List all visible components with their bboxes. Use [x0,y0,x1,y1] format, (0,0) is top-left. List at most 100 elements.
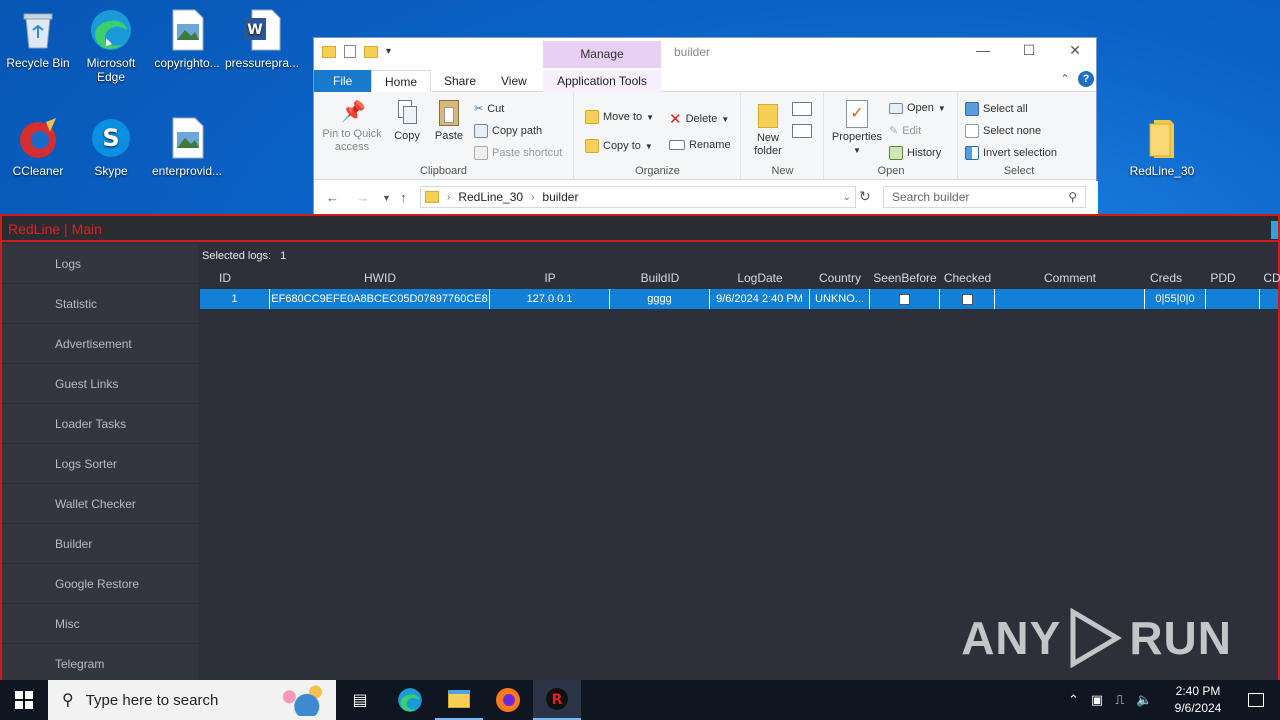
taskbar-edge[interactable] [386,680,434,720]
column-header-id[interactable]: ID [200,268,250,288]
column-header-country[interactable]: Country [810,268,870,288]
up-arrow-icon[interactable]: ↑ [400,190,407,205]
notifications-button[interactable] [1232,680,1280,720]
column-header-hwid[interactable]: HWID [270,268,490,288]
sidebar-item-telegram[interactable]: Telegram [2,644,198,684]
minimize-button[interactable]: — [960,42,1006,64]
close-button[interactable]: ✕ [1052,42,1098,64]
move-to-button[interactable]: Move to ▼ [585,110,654,124]
address-bar[interactable]: › RedLine_30 › builder ⌄ [420,186,856,208]
start-button[interactable] [0,680,48,720]
copy-to-button[interactable]: Copy to ▼ [585,139,653,153]
tab-home[interactable]: Home [371,70,432,92]
address-dropdown-icon[interactable]: ⌄ [843,192,851,203]
seenbefore-checkbox[interactable] [899,293,910,305]
help-icon[interactable]: ? [1078,71,1094,87]
desktop-icon-skype[interactable]: S Skype [73,116,149,178]
folder-icon[interactable] [322,45,336,58]
recent-chevron-icon[interactable]: ▼ [382,193,391,203]
sidebar-item-advertisement[interactable]: Advertisement [2,324,198,364]
copy-to-icon [585,139,599,153]
desktop-icon-recycle-bin[interactable]: Recycle Bin [0,8,76,70]
new-folder-button[interactable]: New folder [748,104,788,158]
tab-file[interactable]: File [314,70,372,92]
tab-view[interactable]: View [488,70,540,92]
maximize-button[interactable]: ☐ [1006,42,1052,64]
breadcrumb-item[interactable]: RedLine_30 [458,190,523,204]
column-header-creds[interactable]: Creds [1145,268,1187,288]
column-header-seenbefore[interactable]: SeenBefore [870,268,940,288]
properties-check-icon[interactable] [344,45,356,58]
manage-context-tab[interactable]: Manage [543,41,661,68]
new-item-icon[interactable] [792,102,812,116]
select-none-button[interactable]: Select none [965,124,1041,138]
new-folder-icon [758,104,778,128]
tab-share[interactable]: Share [431,70,489,92]
back-arrow-icon[interactable]: ← [326,190,339,205]
sidebar-item-guest-links[interactable]: Guest Links [2,364,198,404]
invert-selection-button[interactable]: Invert selection [965,146,1057,160]
breadcrumb-item[interactable]: builder [542,190,578,204]
search-input[interactable]: Search builder ⚲ [883,186,1086,208]
pin-quick-access-button[interactable]: 📌 Pin to Quick access [318,100,386,154]
rename-button[interactable]: Rename [669,139,731,151]
easy-access-icon[interactable] [792,124,812,138]
task-view-button[interactable]: ▤ [336,680,384,720]
desktop-icon-edge[interactable]: Microsoft Edge [73,8,149,84]
column-header-ip[interactable]: IP [490,268,610,288]
desktop-icon-enterprovid-file[interactable]: enterprovid... [149,116,225,178]
chevron-down-icon[interactable]: ▾ [386,46,391,57]
checked-checkbox[interactable] [961,293,973,305]
taskbar-redline[interactable]: R [533,680,581,720]
window-edge-button[interactable] [1271,221,1278,239]
forward-arrow-icon[interactable]: → [356,190,369,205]
desktop-icon-redline-folder[interactable]: RedLine_30 [1124,116,1200,178]
sidebar-item-loader-tasks[interactable]: Loader Tasks [2,404,198,444]
sidebar-item-google-restore[interactable]: Google Restore [2,564,198,604]
sidebar-item-misc[interactable]: Misc [2,604,198,644]
select-all-button[interactable]: Select all [965,102,1028,116]
tab-application-tools[interactable]: Application Tools [543,70,661,92]
volume-icon[interactable]: 🔈 [1136,692,1152,708]
new-folder-icon[interactable] [364,45,378,58]
paste-shortcut-button[interactable]: Paste shortcut [474,146,562,160]
watermark-right: RUN [1129,612,1232,664]
taskbar-firefox[interactable] [484,680,532,720]
chevron-down-icon: ▼ [646,112,655,122]
desktop-icon-copyright-file[interactable]: copyrighto... [149,8,225,70]
column-header-comment[interactable]: Comment [995,268,1145,288]
sidebar-item-statistic[interactable]: Statistic [2,284,198,324]
select-all-icon [965,102,979,116]
delete-button[interactable]: ✕ Delete ▼ [669,110,729,128]
taskbar-clock[interactable]: 2:40 PM 9/6/2024 [1160,683,1236,717]
properties-button[interactable]: ✓ Properties ▼ [827,100,887,157]
network-icon[interactable]: ⎍ [1115,692,1124,708]
cell-comment[interactable] [995,289,1145,309]
taskbar-search-box[interactable]: ⚲ Type here to search [48,680,336,720]
desktop-icon-ccleaner[interactable]: CCleaner [0,116,76,178]
sidebar-item-logs-sorter[interactable]: Logs Sorter [2,444,198,484]
column-header-logdate[interactable]: LogDate [710,268,810,288]
sidebar-item-logs[interactable]: Logs [2,244,198,284]
paste-button[interactable]: Paste [430,100,468,143]
sidebar-item-wallet-checker[interactable]: Wallet Checker [2,484,198,524]
desktop-icon-label: Microsoft Edge [86,56,136,84]
history-button[interactable]: History [889,146,941,160]
chevron-up-icon[interactable]: ⌃ [1060,72,1070,86]
column-header-cd[interactable]: CD [1262,268,1280,288]
edit-button[interactable]: ✎ Edit [889,124,921,138]
taskbar-file-explorer[interactable] [435,680,483,720]
column-header-pdd[interactable]: PDD [1205,268,1241,288]
desktop-icon-word-doc[interactable]: W pressurepra... [224,8,300,70]
sidebar-item-builder[interactable]: Builder [2,524,198,564]
cut-button[interactable]: ✂ Cut [474,102,504,116]
copy-path-button[interactable]: Copy path [474,124,542,138]
open-button[interactable]: Open ▼ [889,102,946,114]
table-row[interactable]: 1 EF680CC9EFE0A8BCEC05D07897760CE8 127.0… [200,289,1278,309]
refresh-icon[interactable]: ↻ [859,188,871,205]
column-header-buildid[interactable]: BuildID [610,268,710,288]
column-header-checked[interactable]: Checked [940,268,995,288]
meet-now-icon[interactable]: ▣ [1091,692,1103,708]
copy-button[interactable]: Copy [390,100,424,143]
tray-chevron-up-icon[interactable]: ⌃ [1068,692,1079,708]
